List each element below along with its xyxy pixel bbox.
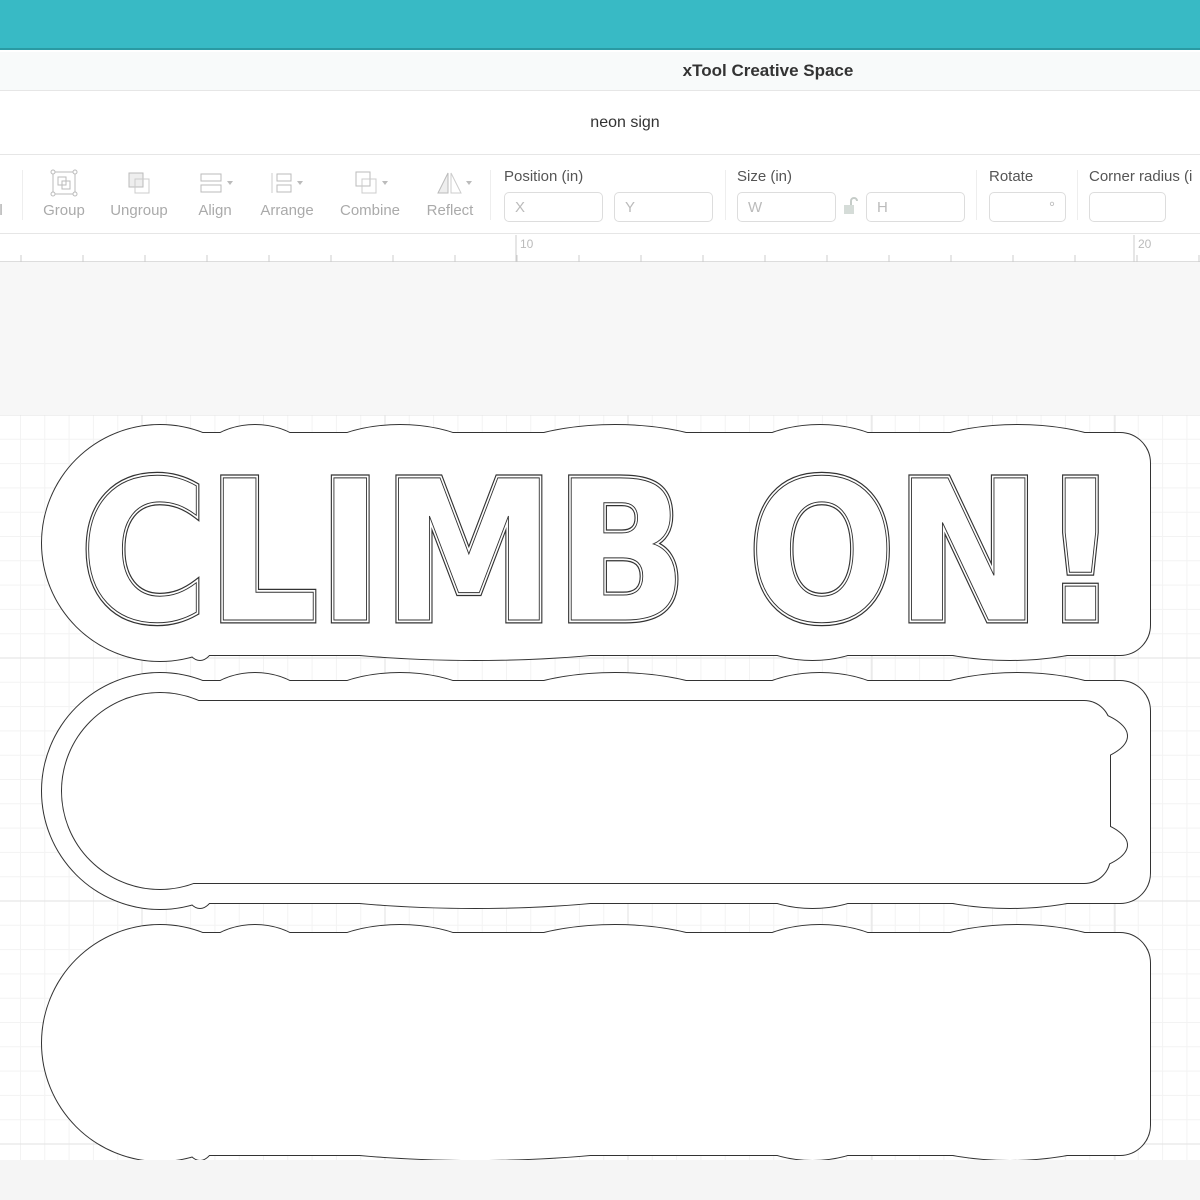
ungroup-icon [106,168,172,198]
arrange-icon [256,168,318,198]
position-x-input[interactable]: X [504,192,603,222]
divider [22,170,23,220]
divider [976,170,977,220]
svg-text:CLIMB ON!: CLIMB ON! [80,439,1120,666]
group-button[interactable]: Group [40,168,88,219]
design-canvas[interactable]: CLIMB ON! CLIMB ON! CLIMB ON! [0,414,1200,1162]
bottom-plate-outline[interactable] [41,924,1151,1162]
rotate-input[interactable]: ° [989,192,1066,222]
position-y-input[interactable]: Y [614,192,713,222]
divider [725,170,726,220]
canvas-margin [0,262,1200,415]
arrange-button[interactable]: Arrange [256,168,318,219]
horizontal-ruler[interactable]: 10 20 [0,235,1200,262]
corner-radius-label: Corner radius (i [1089,168,1193,185]
position-label: Position (in) [504,168,584,185]
corner-radius-input[interactable] [1089,192,1166,222]
combine-icon [336,168,404,198]
ruler-label: 20 [1138,237,1152,251]
align-button[interactable]: Align [192,168,238,219]
document-name[interactable]: neon sign [590,114,659,132]
combine-button[interactable]: Combine [336,168,404,219]
ungroup-button[interactable]: Ungroup [106,168,172,219]
group-icon [40,168,88,198]
climb-on-text[interactable]: CLIMB ON!CLIMB ON!CLIMB ON! [77,436,1124,670]
bottom-bar [0,1160,1200,1200]
toolbar-partial-item[interactable]: ll [0,168,3,219]
app-title: xTool Creative Space [682,61,854,80]
aspect-lock-icon[interactable] [843,196,859,221]
reflect-icon [422,168,478,198]
ruler-label: 10 [520,237,534,251]
size-label: Size (in) [737,168,793,185]
middle-plate-inner-outline[interactable] [61,692,1128,890]
size-h-input[interactable]: H [866,192,965,222]
reflect-button[interactable]: Reflect [422,168,478,219]
size-w-input[interactable]: W [737,192,836,222]
top-accent-bar [0,0,1200,50]
document-bar: neon sign [0,91,1200,155]
divider [490,170,491,220]
align-icon [192,168,238,198]
toolbar: ll Group Ungroup Align Arrange Combine R… [0,156,1200,234]
rotate-label: Rotate [989,168,1034,185]
title-bar: xTool Creative Space [0,52,1200,91]
divider [1077,170,1078,220]
